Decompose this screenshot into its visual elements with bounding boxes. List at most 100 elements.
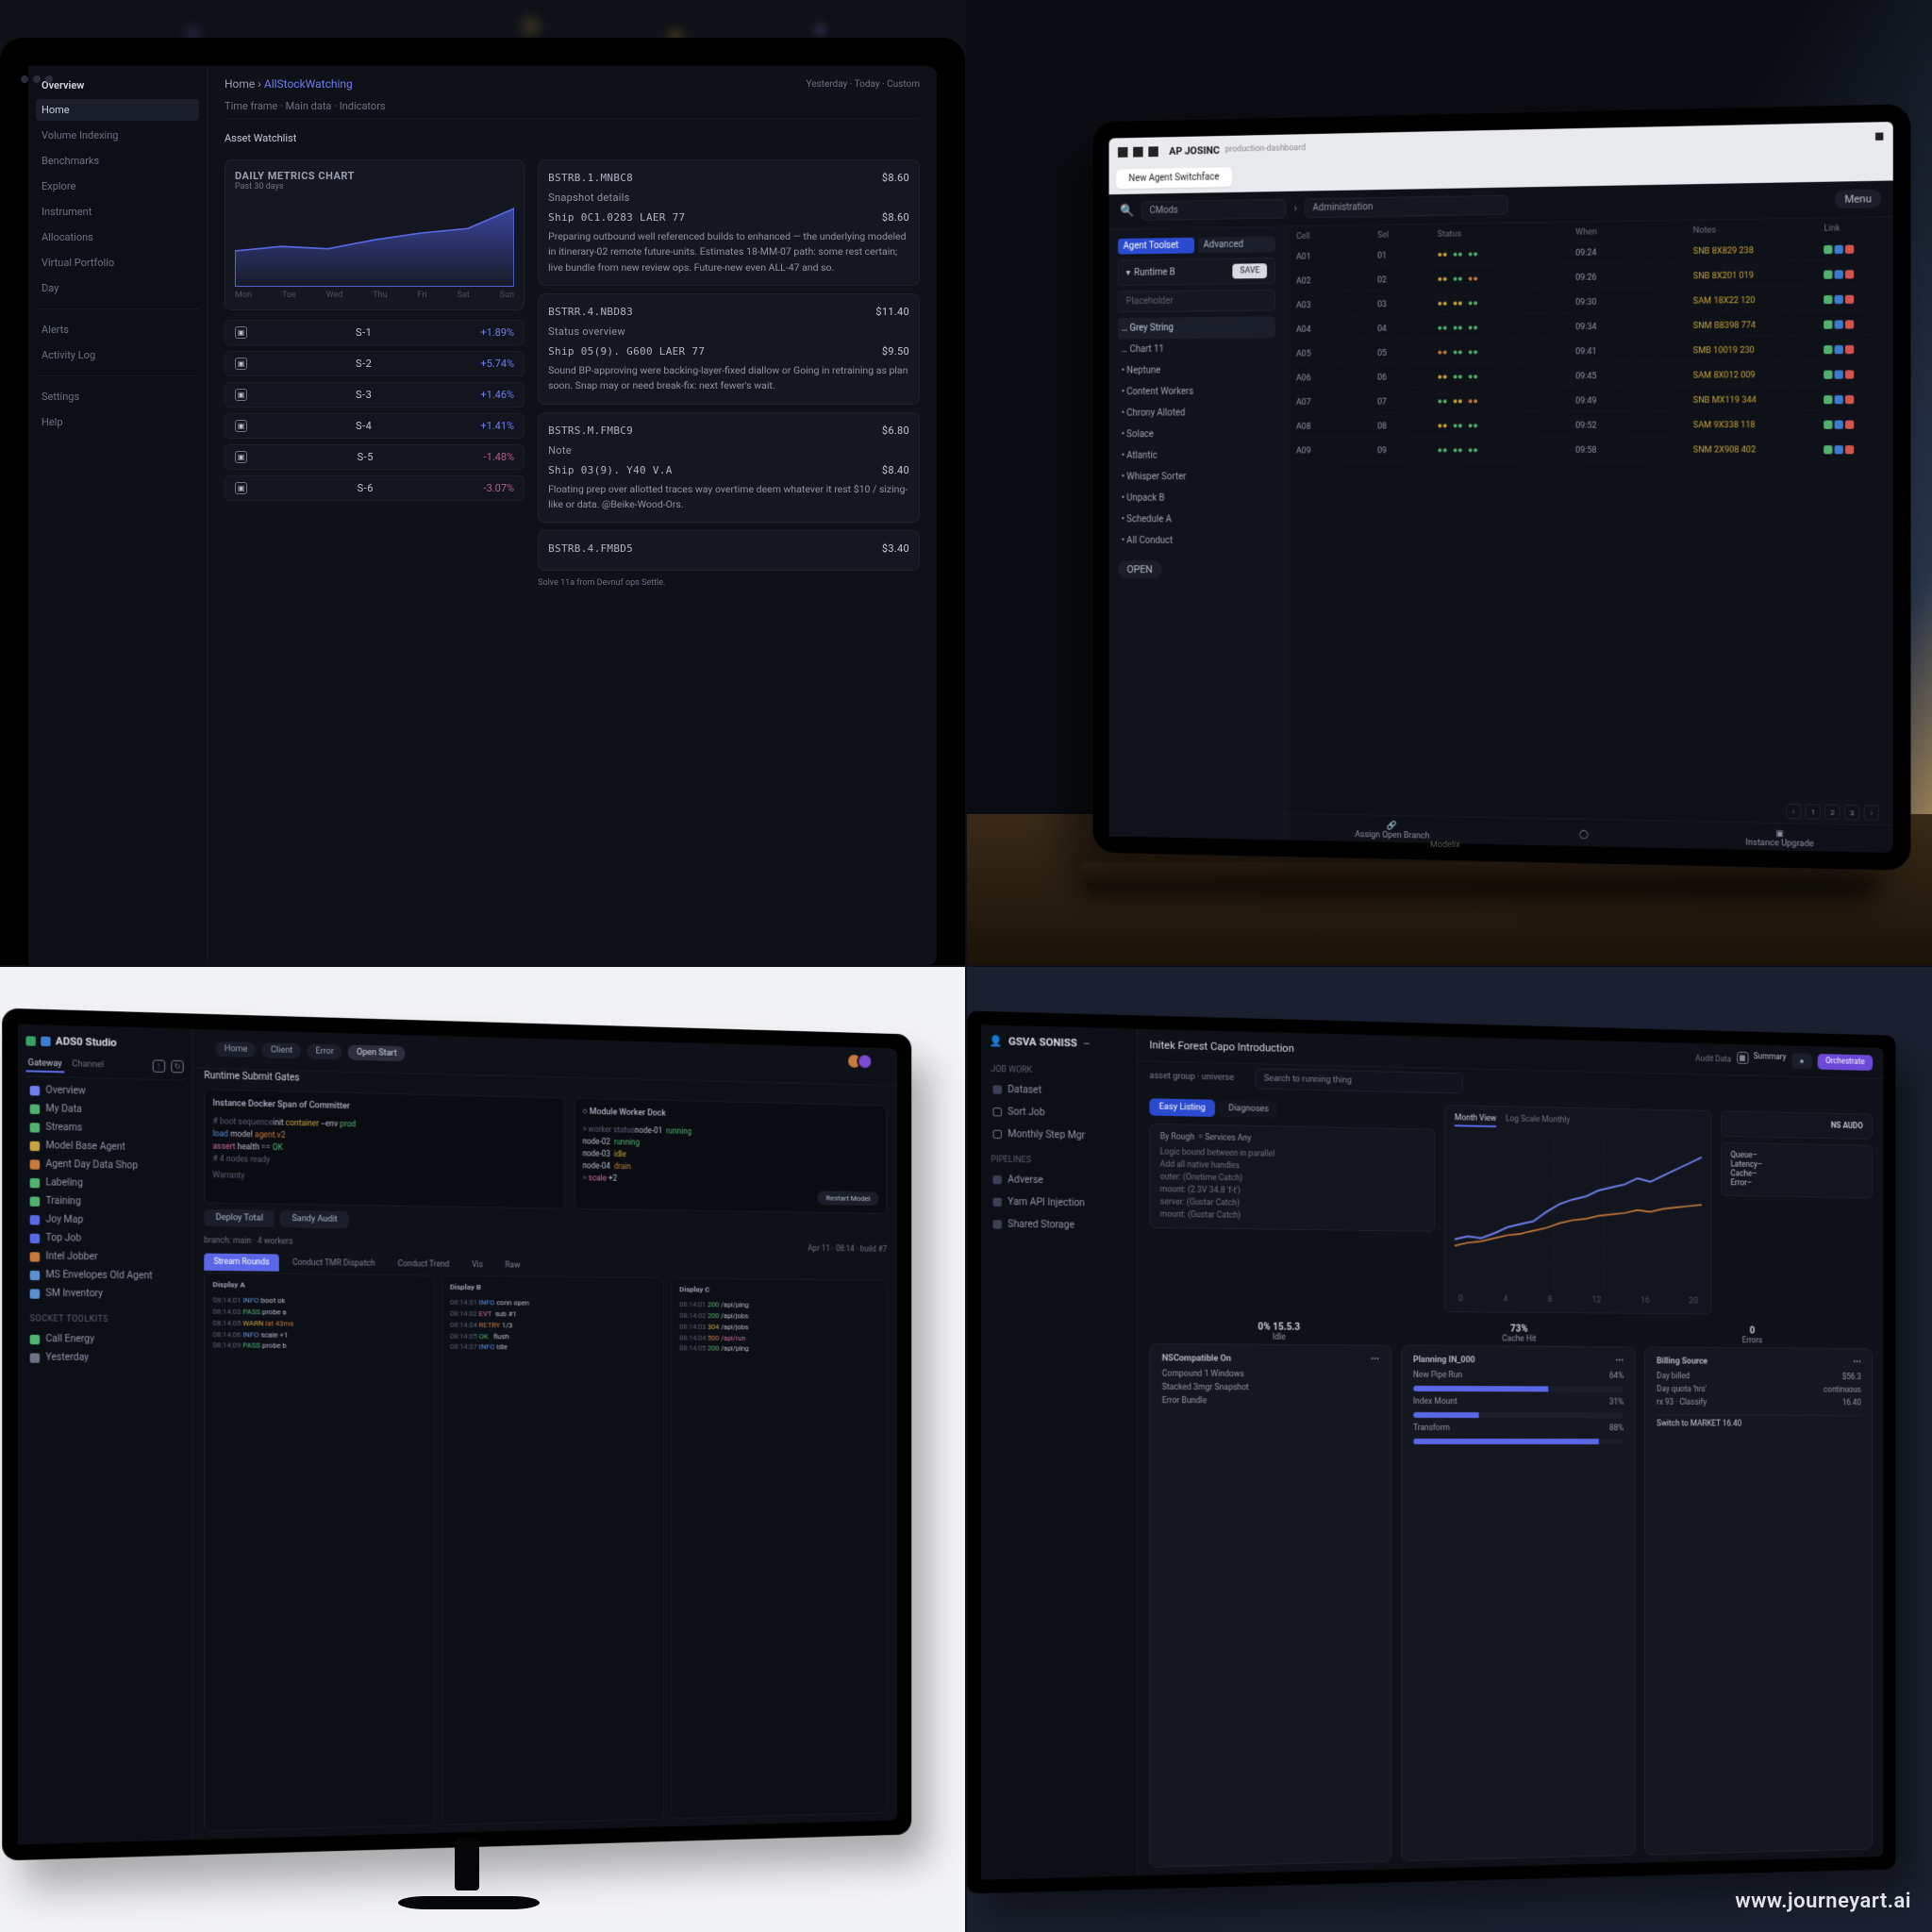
col-header[interactable]: When [1575, 226, 1688, 238]
col-header[interactable]: Status [1438, 228, 1570, 240]
chevron-down-icon[interactable]: ▾ [1126, 268, 1131, 278]
code-box-2[interactable]: ○ Module Worker Dock > worker statusnode… [575, 1098, 887, 1214]
table-row[interactable]: A0505 ●● ●● ●● 09:41 SMB 10019 230 [1296, 339, 1881, 364]
nav-item[interactable]: • Chrony Alloted [1118, 402, 1275, 424]
more-icon[interactable]: ⋯ [1853, 1358, 1860, 1368]
nav-item[interactable]: • Solace [1118, 424, 1275, 445]
side-item[interactable]: Joy Map [25, 1210, 183, 1231]
feed-card[interactable]: BSTRR.4.NBD83$11.40Status overview Ship … [538, 293, 920, 405]
nav-item[interactable]: • Content Workers [1118, 380, 1275, 403]
table-row[interactable]: A0707 ●● ●● ●● 09:49 SNB MX119 344 [1296, 390, 1881, 413]
pager-btn[interactable]: › [1864, 805, 1880, 821]
log-column[interactable]: Display C08:14:01 200 /api/ping 08:14:02… [672, 1277, 888, 1819]
wide-tab[interactable]: Conduct Trend [388, 1256, 458, 1274]
log-column[interactable]: Display B08:14:01 INFO conn open 08:14:0… [441, 1275, 664, 1825]
deploy-button[interactable]: Deploy Total [204, 1209, 275, 1227]
wide-tab[interactable]: Stream Rounds [204, 1254, 279, 1272]
status-button[interactable]: ● [1791, 1053, 1812, 1069]
sidebar-item-explore[interactable]: Explore [36, 175, 199, 197]
chart-tab-1[interactable]: Month View [1455, 1113, 1496, 1127]
restart-button[interactable]: Restart Model [817, 1191, 879, 1206]
filter-row[interactable]: outer: (Onetime Catch) [1160, 1173, 1425, 1187]
table-row[interactable]: A0303 ●● ●● ●● 09:30 SAM 18X22 120 [1296, 289, 1881, 316]
nav-item[interactable]: • All Conduct [1118, 530, 1275, 552]
filter-row[interactable]: Add all native handles [1160, 1160, 1425, 1174]
sidebar-item-alloc[interactable]: Allocations [36, 226, 199, 248]
browser-tab[interactable]: New Agent Switchface [1116, 167, 1232, 189]
url-seg-a[interactable]: CMods [1141, 199, 1287, 221]
list-row[interactable]: ▣ S-3 +1.46% [225, 382, 525, 408]
log-column[interactable]: Display A08:14:01 INFO boot ok 08:14:03 … [204, 1273, 434, 1832]
side-item[interactable]: Call Energy [25, 1330, 183, 1350]
subtabs[interactable]: Time frame · Main data · Indicators [225, 100, 920, 119]
mi-yarn[interactable]: Yarn API Injection [989, 1192, 1128, 1213]
list-row[interactable]: ▣ S-5 -1.48% [225, 444, 525, 470]
col-header[interactable]: Link [1824, 224, 1881, 234]
foot-btn-1[interactable]: 🔗 Assign Open Branch [1298, 820, 1488, 842]
more-icon[interactable]: ⋯ [1616, 1357, 1624, 1366]
nav-item[interactable]: • Atlantic [1118, 445, 1275, 467]
chip-tab[interactable]: Open Start [348, 1044, 406, 1061]
foot-btn-2[interactable]: ▣ Instance Upgrade [1681, 827, 1879, 851]
menu-toggle[interactable]: Menu [1835, 190, 1881, 208]
wide-tab[interactable]: Conduct TMR Dispatch [283, 1255, 385, 1273]
col-header[interactable]: Notes [1693, 225, 1818, 236]
filter-row[interactable]: server: (Gustar Catch) [1160, 1197, 1425, 1210]
side-item[interactable]: MS Envelopes Old Agent [25, 1266, 183, 1286]
side-tab-gateway[interactable]: Gateway [25, 1057, 63, 1073]
table-row[interactable]: A0909 ●● ●● ●● 09:58 SNM 2X908 402 [1296, 440, 1881, 461]
save-button[interactable]: SAVE [1233, 263, 1267, 278]
crumb-right[interactable]: Yesterday · Today · Custom [807, 79, 920, 90]
top-link-audit[interactable]: Audit Data [1695, 1054, 1731, 1064]
window-close-icon[interactable] [1875, 132, 1883, 140]
filter-row[interactable]: mount: (2.3V 34.8 'f-t') [1160, 1185, 1425, 1199]
nav-item[interactable]: … Grey String [1118, 316, 1275, 339]
mi-storage[interactable]: Shared Storage [989, 1215, 1128, 1235]
left-tab-2[interactable]: Diagnoses [1219, 1100, 1278, 1119]
code-box-1[interactable]: Instance Docker Span of Committer # boot… [204, 1089, 565, 1208]
side-item[interactable]: Top Job [25, 1228, 183, 1249]
list-row[interactable]: ▣ S-6 -3.07% [225, 475, 525, 501]
side-tab-secondary[interactable]: Advanced [1198, 236, 1275, 253]
mi-sort[interactable]: Sort Job [989, 1103, 1128, 1124]
filter-2[interactable]: = Services Any [1198, 1133, 1251, 1143]
sidebar-help[interactable]: Help [36, 411, 199, 433]
left-tab-1[interactable]: Easy Listing [1149, 1098, 1215, 1117]
list-row[interactable]: ▣ S-4 +1.41% [225, 413, 525, 439]
wide-tab[interactable]: Raw [496, 1257, 530, 1274]
nav-item[interactable]: … Chart 11 [1118, 338, 1275, 360]
nav-item[interactable]: • Unpack B [1118, 488, 1275, 509]
feed-card[interactable]: BSTRB.1.MNBC8$8.60Snapshot details Ship … [538, 159, 920, 286]
cta-button[interactable]: Switch to MARKET 16.40 [1657, 1419, 1741, 1428]
side-tab-channel[interactable]: Channel [70, 1058, 106, 1074]
list-row[interactable]: ▣ S-2 +5.74% [225, 351, 525, 376]
filter-row[interactable]: mount: (Gustar Catch) [1160, 1210, 1425, 1224]
col-header[interactable]: Sel [1377, 230, 1432, 241]
nav-item[interactable]: • Whisper Sorter [1118, 466, 1275, 488]
sidebar-item-alerts[interactable]: Alerts [36, 319, 199, 341]
foot-btn-mid[interactable]: ◯ [1488, 828, 1681, 841]
mi-monthly[interactable]: Monthly Step Mgr [989, 1124, 1128, 1145]
sidebar-item-instr[interactable]: Instrument [36, 201, 199, 223]
sidebar-item-bench[interactable]: Benchmarks [36, 150, 199, 172]
presence-avatars[interactable] [846, 1053, 873, 1070]
filter-icon[interactable]: ⋮ [153, 1059, 165, 1073]
sidebar-item-day[interactable]: Day [36, 277, 199, 299]
nav-item[interactable]: • Schedule A [1118, 508, 1275, 530]
refresh-icon[interactable]: ↻ [171, 1060, 183, 1074]
list-row[interactable]: ▣ S-1 +1.89% [225, 320, 525, 345]
url-seg-b[interactable]: Administration [1305, 195, 1508, 219]
chart-tab-2[interactable]: Log Scale Monthly [1506, 1114, 1570, 1128]
filter-1[interactable]: By Rough [1160, 1132, 1194, 1142]
mi-adverse[interactable]: Adverse [989, 1171, 1128, 1191]
sidebar-item-activity[interactable]: Activity Log [36, 344, 199, 366]
open-pill[interactable]: OPEN [1118, 560, 1161, 578]
side-tab-primary[interactable]: Agent Toolset [1118, 238, 1194, 255]
table-row[interactable]: A0404 ●● ●● ●● 09:34 SNM B8398 774 [1296, 314, 1881, 341]
search-input[interactable]: Search to running thing [1256, 1068, 1463, 1093]
table-row[interactable]: A0808 ●● ●● ●● 09:52 SAM 9X338 118 [1296, 414, 1881, 437]
table-row[interactable]: A0606 ●● ●● ●● 09:45 SAM 8X012 009 [1296, 364, 1881, 389]
pager-btn[interactable]: 1 [1806, 804, 1821, 820]
pager-btn[interactable]: 2 [1824, 804, 1840, 820]
sidebar-settings[interactable]: Settings [36, 386, 199, 408]
